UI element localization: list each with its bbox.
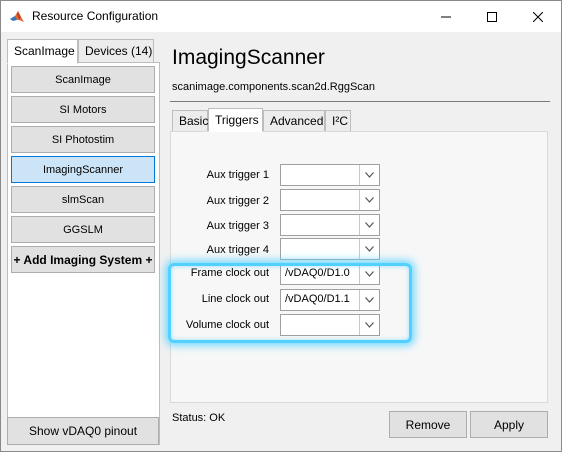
matlab-icon — [10, 11, 24, 22]
aux-trigger-4-label: Aux trigger 4 — [206, 244, 269, 256]
sidebar-item-si-photostim[interactable]: SI Photostim — [11, 126, 155, 153]
sidebar-item-slmscan[interactable]: slmScan — [11, 186, 155, 213]
sidebar-item-ggslm[interactable]: GGSLM — [11, 216, 155, 243]
aux-trigger-1-label: Aux trigger 1 — [206, 169, 269, 181]
chevron-down-icon — [360, 215, 379, 235]
class-path: scanimage.components.scan2d.RggScan — [172, 81, 376, 93]
aux-trigger-1-select[interactable] — [280, 164, 380, 186]
chevron-down-icon — [360, 190, 379, 210]
tab-i2c[interactable]: I²C — [325, 110, 351, 132]
aux-trigger-4-select[interactable] — [280, 238, 380, 260]
window-title: Resource Configuration — [32, 9, 159, 23]
apply-button[interactable]: Apply — [470, 411, 548, 438]
maximize-icon — [487, 11, 497, 22]
tab-basic[interactable]: Basic — [172, 110, 208, 132]
minimize-icon — [441, 16, 451, 17]
tab-triggers[interactable]: Triggers — [208, 108, 263, 132]
page-title: ImagingScanner — [172, 46, 325, 69]
chevron-down-icon — [360, 239, 379, 259]
maximize-button[interactable] — [469, 1, 515, 32]
title-bar: Resource Configuration — [1, 1, 561, 32]
aux-trigger-2-label: Aux trigger 2 — [206, 195, 269, 207]
show-pinout-button[interactable]: Show vDAQ0 pinout — [7, 417, 159, 445]
sidebar-item-si-motors[interactable]: SI Motors — [11, 96, 155, 123]
tab-devices[interactable]: Devices (14) — [78, 39, 154, 63]
close-icon — [533, 11, 543, 22]
aux-trigger-3-label: Aux trigger 3 — [206, 220, 269, 232]
sidebar-item-imagingscanner[interactable]: ImagingScanner — [11, 156, 155, 183]
close-button[interactable] — [515, 1, 561, 32]
clock-out-highlight — [168, 263, 412, 343]
tab-scanimage[interactable]: ScanImage — [7, 39, 78, 64]
sidebar-item-scanimage[interactable]: ScanImage — [11, 66, 155, 93]
chevron-down-icon — [360, 165, 379, 185]
divider — [170, 101, 550, 102]
aux-trigger-2-select[interactable] — [280, 189, 380, 211]
tab-advanced[interactable]: Advanced — [263, 110, 325, 132]
add-imaging-system-button[interactable]: + Add Imaging System + — [11, 246, 155, 273]
remove-button[interactable]: Remove — [389, 411, 467, 438]
sidebar: ScanImage SI Motors SI Photostim Imaging… — [7, 62, 160, 445]
resource-configuration-window: Resource Configuration ScanImage Devices… — [0, 0, 562, 452]
aux-trigger-3-select[interactable] — [280, 214, 380, 236]
minimize-button[interactable] — [423, 1, 469, 32]
status-text: Status: OK — [172, 412, 226, 424]
